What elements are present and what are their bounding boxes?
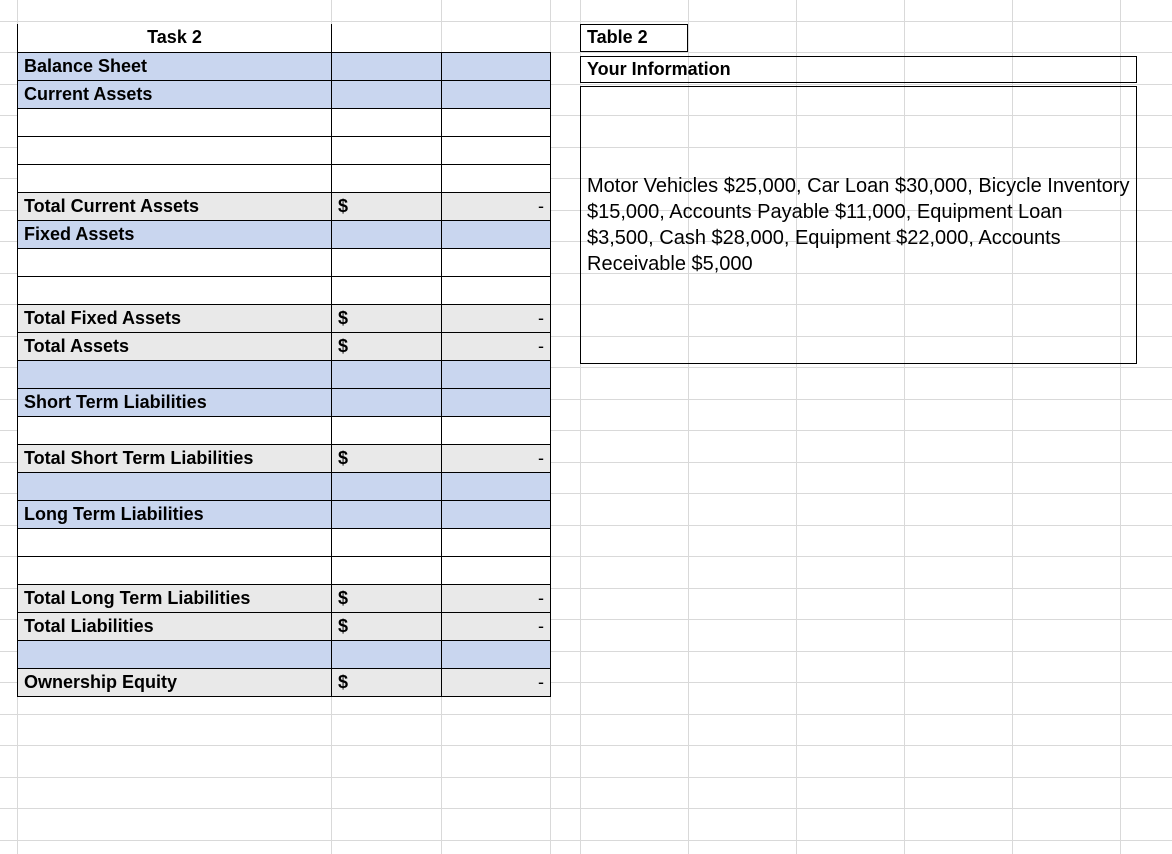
section-label [18, 640, 332, 668]
cell[interactable] [332, 556, 442, 584]
task-header: Task 2 [18, 24, 332, 52]
cell[interactable] [332, 220, 442, 248]
cell[interactable] [332, 276, 442, 304]
cell[interactable] [18, 276, 332, 304]
cell[interactable] [18, 108, 332, 136]
cell[interactable] [332, 500, 442, 528]
cell[interactable] [442, 136, 551, 164]
cell[interactable] [442, 52, 551, 80]
your-information-header: Your Information [580, 56, 1137, 83]
section-label [18, 360, 332, 388]
cell[interactable] [332, 388, 442, 416]
table2-header: Table 2 [580, 24, 688, 52]
currency-symbol: $ [332, 444, 442, 472]
cell[interactable] [332, 640, 442, 668]
cell[interactable] [18, 248, 332, 276]
cell[interactable] [332, 360, 442, 388]
cell[interactable] [18, 416, 332, 444]
total-value[interactable]: - [442, 584, 551, 612]
total-label: Total Current Assets [18, 192, 332, 220]
section-label: Short Term Liabilities [18, 388, 332, 416]
total-label: Total Liabilities [18, 612, 332, 640]
currency-symbol: $ [332, 192, 442, 220]
cell[interactable] [442, 556, 551, 584]
total-value[interactable]: - [442, 192, 551, 220]
cell[interactable] [442, 108, 551, 136]
cell[interactable] [442, 164, 551, 192]
total-value[interactable]: - [442, 612, 551, 640]
cell[interactable] [332, 416, 442, 444]
cell[interactable] [18, 164, 332, 192]
currency-symbol: $ [332, 584, 442, 612]
section-label: Long Term Liabilities [18, 500, 332, 528]
cell[interactable] [442, 500, 551, 528]
balance-sheet-table: Task 2 Balance SheetCurrent Assets Total … [17, 24, 551, 697]
section-label: Current Assets [18, 80, 332, 108]
currency-symbol: $ [332, 612, 442, 640]
section-label [18, 472, 332, 500]
total-label: Ownership Equity [18, 668, 332, 696]
cell[interactable] [442, 416, 551, 444]
cell[interactable] [18, 528, 332, 556]
cell[interactable] [332, 164, 442, 192]
cell[interactable] [332, 528, 442, 556]
cell[interactable] [332, 108, 442, 136]
cell[interactable] [442, 220, 551, 248]
cell[interactable] [332, 248, 442, 276]
total-label: Total Long Term Liabilities [18, 584, 332, 612]
total-label: Total Assets [18, 332, 332, 360]
cell[interactable] [442, 360, 551, 388]
cell[interactable] [332, 472, 442, 500]
total-value[interactable]: - [442, 668, 551, 696]
currency-symbol: $ [332, 304, 442, 332]
cell[interactable] [442, 640, 551, 668]
cell[interactable] [442, 472, 551, 500]
total-value[interactable]: - [442, 332, 551, 360]
total-label: Total Short Term Liabilities [18, 444, 332, 472]
section-label: Fixed Assets [18, 220, 332, 248]
information-box: Motor Vehicles $25,000, Car Loan $30,000… [580, 86, 1137, 364]
currency-symbol: $ [332, 668, 442, 696]
total-value[interactable]: - [442, 304, 551, 332]
currency-symbol: $ [332, 332, 442, 360]
information-text: Motor Vehicles $25,000, Car Loan $30,000… [587, 173, 1130, 277]
cell[interactable] [442, 80, 551, 108]
cell[interactable] [18, 136, 332, 164]
cell[interactable] [442, 388, 551, 416]
total-label: Total Fixed Assets [18, 304, 332, 332]
total-value[interactable]: - [442, 444, 551, 472]
cell[interactable] [332, 52, 442, 80]
cell[interactable] [332, 136, 442, 164]
section-label: Balance Sheet [18, 52, 332, 80]
cell[interactable] [442, 276, 551, 304]
cell[interactable] [442, 248, 551, 276]
cell[interactable] [332, 80, 442, 108]
cell[interactable] [18, 556, 332, 584]
cell[interactable] [442, 528, 551, 556]
